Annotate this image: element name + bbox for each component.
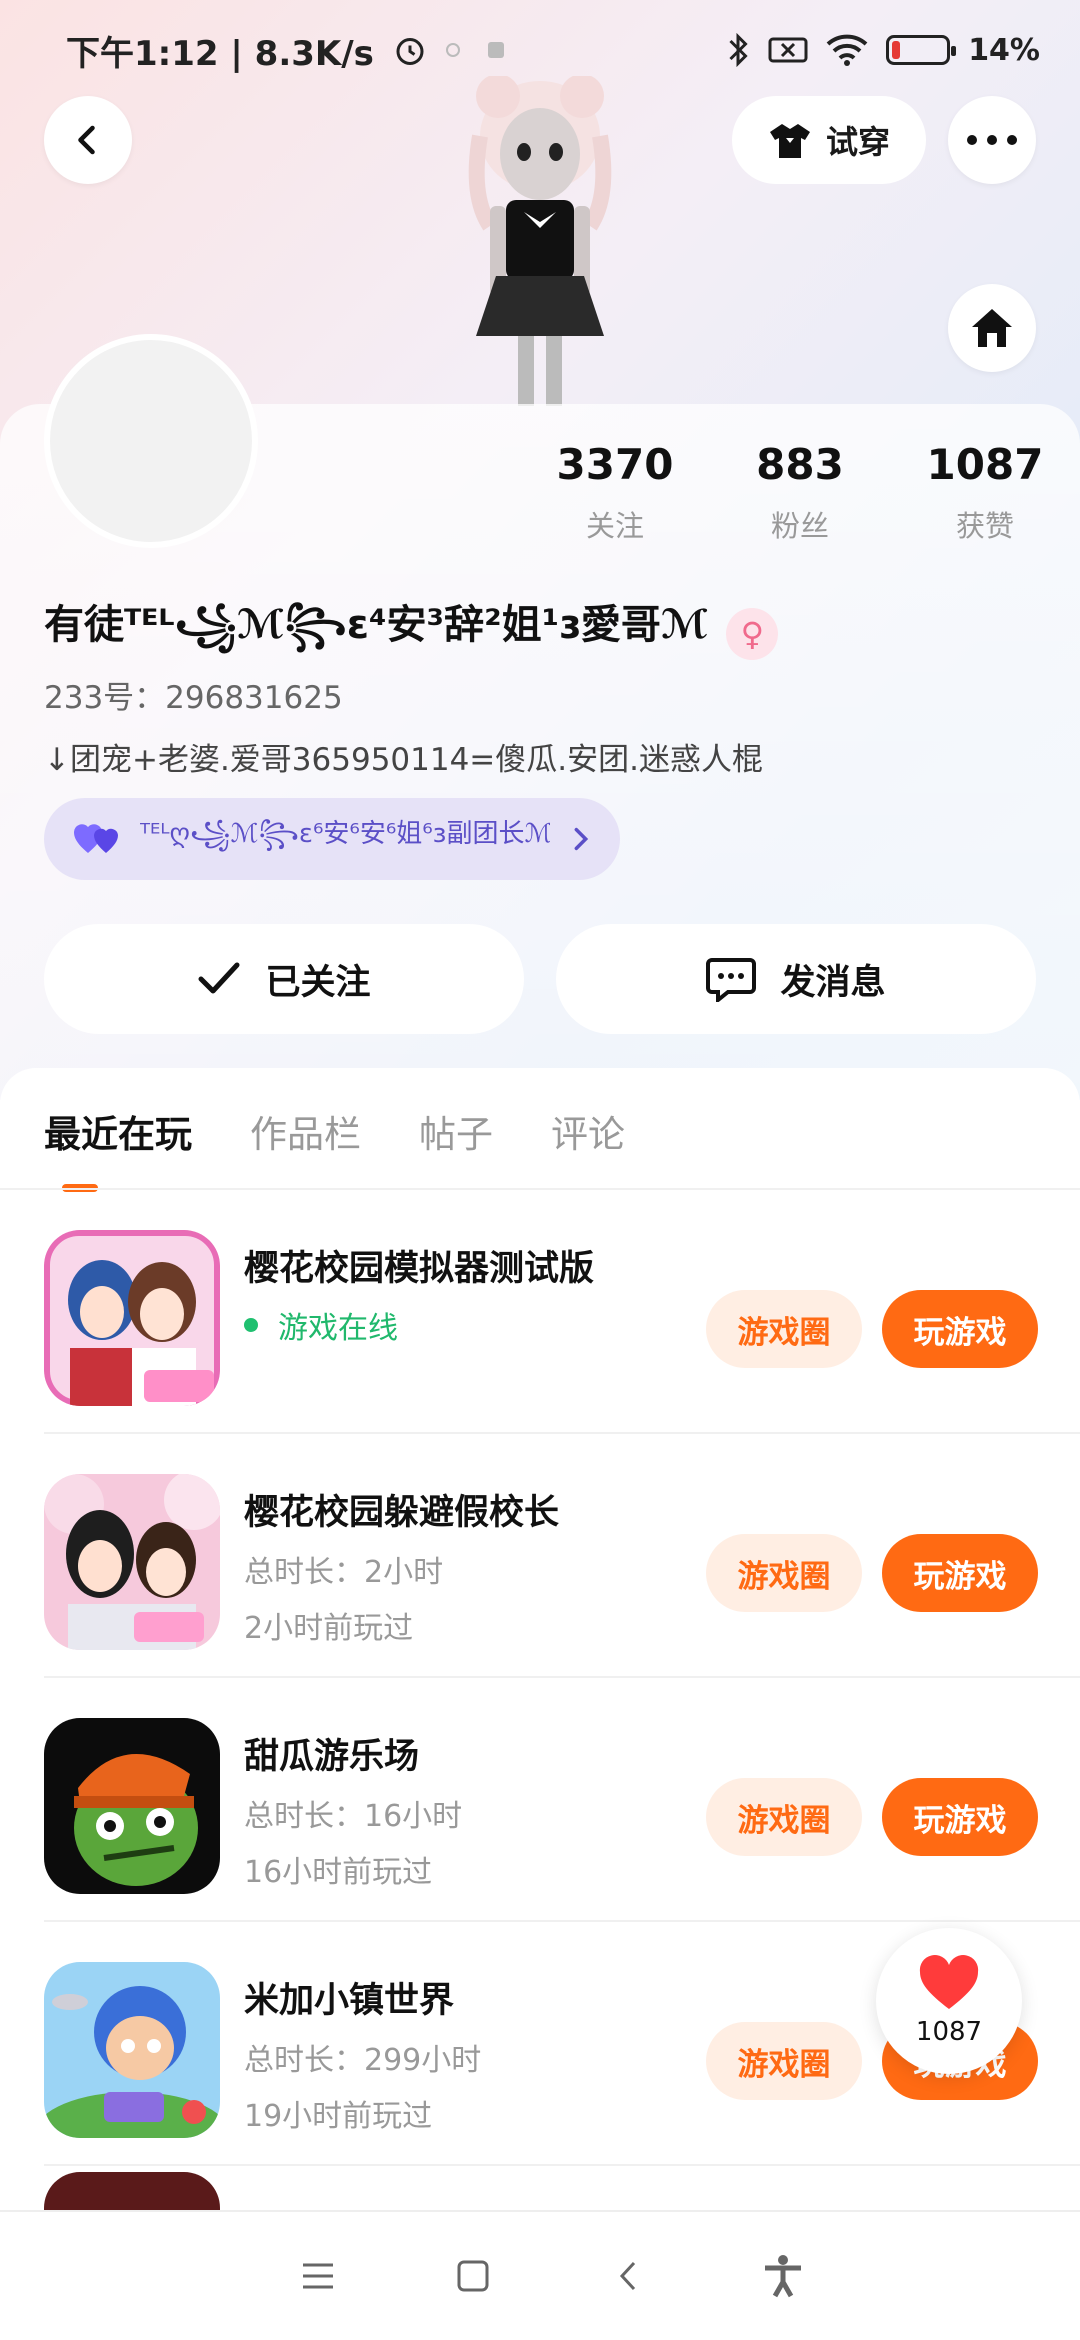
game-icon-sakura-principal bbox=[44, 1474, 220, 1650]
stat-fans-count: 883 bbox=[756, 440, 844, 489]
game-icon-miga-town bbox=[44, 1962, 220, 2138]
game-last-played: 2小时前玩过 bbox=[244, 1611, 414, 1646]
like-count: 1087 bbox=[915, 2017, 983, 2047]
game-info: 樱花校园模拟器测试版 游戏在线 bbox=[244, 1240, 594, 1347]
game-row[interactable]: 樱花校园模拟器测试版 游戏在线 游戏圈 玩游戏 bbox=[44, 1190, 1080, 1434]
game-info: 米加小镇世界 总时长：299小时 19小时前玩过 bbox=[244, 1972, 481, 2135]
stat-following-count: 3370 bbox=[556, 440, 674, 489]
location-icon bbox=[445, 43, 460, 57]
tab-works[interactable]: 作品栏 bbox=[250, 1104, 361, 1158]
game-row[interactable]: 甜瓜游乐场 总时长：16小时 16小时前玩过 游戏圈 玩游戏 bbox=[44, 1678, 1080, 1922]
play-game-button[interactable]: 玩游戏 bbox=[882, 1534, 1038, 1612]
check-icon bbox=[198, 962, 240, 994]
game-title: 米加小镇世界 bbox=[244, 1981, 455, 2021]
shirt-icon bbox=[769, 124, 810, 158]
battery-icon bbox=[886, 35, 957, 65]
chevron-left-icon bbox=[78, 125, 95, 155]
nickname-text: 有徒ᵀᴱᴸ꧁ℳ꧂ɛ⁴安³辞²姐¹ɜ愛哥ℳ bbox=[44, 602, 709, 648]
like-float-button[interactable]: 1087 bbox=[876, 1928, 1022, 2074]
stat-fans[interactable]: 883 粉丝 bbox=[725, 440, 875, 545]
stat-likes-count: 1087 bbox=[926, 440, 1044, 489]
game-icon-partial bbox=[44, 2172, 220, 2212]
profile-tabs: 最近在玩 作品栏 帖子 评论 bbox=[44, 1104, 625, 1158]
profile-nickname: 有徒ᵀᴱᴸ꧁ℳ꧂ɛ⁴安³辞²姐¹ɜ愛哥ℳ ♀ bbox=[44, 592, 779, 675]
game-title: 樱花校园躲避假校长 bbox=[244, 1493, 560, 1533]
game-circle-button[interactable]: 游戏圈 bbox=[706, 1290, 862, 1368]
game-circle-button[interactable]: 游戏圈 bbox=[706, 1778, 862, 1856]
stat-following-label: 关注 bbox=[585, 509, 644, 543]
wifi-icon bbox=[826, 34, 868, 66]
battery-percent: 14% bbox=[968, 32, 1040, 68]
bluetooth-icon bbox=[729, 32, 748, 68]
back-button[interactable] bbox=[44, 96, 132, 184]
game-title: 甜瓜游乐场 bbox=[244, 1737, 420, 1777]
game-title: 樱花校园模拟器测试版 bbox=[244, 1249, 595, 1289]
play-game-button[interactable]: 玩游戏 bbox=[882, 1778, 1038, 1856]
stat-likes[interactable]: 1087 获赞 bbox=[910, 440, 1060, 545]
tab-comments[interactable]: 评论 bbox=[551, 1104, 625, 1158]
system-nav-bar bbox=[0, 2210, 1080, 2340]
stat-fans-label: 粉丝 bbox=[770, 509, 829, 543]
female-gender-icon: ♀ bbox=[726, 607, 779, 660]
back-nav-button[interactable] bbox=[598, 2246, 658, 2306]
followed-button[interactable]: 已关注 bbox=[44, 924, 524, 1034]
followed-label: 已关注 bbox=[265, 962, 371, 1003]
game-last-played: 16小时前玩过 bbox=[244, 1855, 433, 1890]
online-dot-icon bbox=[244, 1318, 258, 1332]
more-button[interactable] bbox=[948, 96, 1036, 184]
send-message-label: 发消息 bbox=[780, 962, 886, 1003]
play-game-button[interactable]: 玩游戏 bbox=[882, 1290, 1038, 1368]
chevron-right-icon bbox=[574, 827, 589, 851]
game-duration: 总时长：16小时 bbox=[244, 1799, 463, 1834]
message-bubble-icon bbox=[706, 958, 757, 1002]
accessibility-nav-button[interactable] bbox=[753, 2246, 813, 2306]
try-on-label: 试穿 bbox=[825, 123, 890, 161]
status-time: 下午1:12 | 8.3K/s bbox=[66, 33, 374, 74]
home-button[interactable] bbox=[948, 284, 1036, 372]
game-info: 甜瓜游乐场 总时长：16小时 16小时前玩过 bbox=[244, 1728, 462, 1891]
sim-icon bbox=[768, 37, 808, 63]
stat-following[interactable]: 3370 关注 bbox=[540, 440, 690, 545]
menu-nav-button[interactable] bbox=[288, 2246, 348, 2306]
try-on-button[interactable]: 试穿 bbox=[732, 96, 926, 184]
accessibility-icon bbox=[764, 2255, 801, 2298]
game-online-label: 游戏在线 bbox=[278, 1311, 398, 1346]
game-circle-button[interactable]: 游戏圈 bbox=[706, 1534, 862, 1612]
home-nav-button[interactable] bbox=[443, 2246, 503, 2306]
game-online-status: 游戏在线 bbox=[244, 1303, 594, 1347]
stat-likes-label: 获赞 bbox=[955, 509, 1014, 543]
home-icon bbox=[972, 309, 1012, 347]
game-icon-sakura-test bbox=[44, 1230, 220, 1406]
menu-icon bbox=[302, 2263, 333, 2289]
user-bio: ↓团宠+老婆.爱哥365950114=傻瓜.安团.迷惑人棍 bbox=[44, 742, 763, 778]
avatar[interactable] bbox=[44, 334, 258, 548]
game-row[interactable]: 樱花校园躲避假校长 总时长：2小时 2小时前玩过 游戏圈 玩游戏 bbox=[44, 1434, 1080, 1678]
game-last-played: 19小时前玩过 bbox=[244, 2099, 433, 2134]
game-duration: 总时长：299小时 bbox=[244, 2043, 482, 2078]
alarm-icon bbox=[396, 38, 424, 65]
game-circle-button[interactable]: 游戏圈 bbox=[706, 2022, 862, 2100]
square-icon bbox=[457, 2260, 488, 2292]
notification-icon bbox=[487, 42, 504, 58]
group-chip-label: ᵀᴱᴸღ꧁ℳ꧂ɛ⁶安⁶安⁶姐⁶ɜ副团长ℳ bbox=[140, 818, 550, 849]
send-message-button[interactable]: 发消息 bbox=[556, 924, 1036, 1034]
game-icon-melon-playground bbox=[44, 1718, 220, 1894]
user-id: 233号：296831625 bbox=[44, 680, 343, 716]
more-dots-icon bbox=[967, 135, 1017, 145]
double-heart-icon bbox=[74, 824, 118, 853]
group-chip[interactable]: ᵀᴱᴸღ꧁ℳ꧂ɛ⁶安⁶安⁶姐⁶ɜ副团长ℳ bbox=[44, 798, 620, 880]
tab-posts[interactable]: 帖子 bbox=[419, 1104, 493, 1158]
back-arrow-icon bbox=[619, 2261, 635, 2291]
avatar-figure-image bbox=[468, 76, 612, 406]
game-duration: 总时长：2小时 bbox=[244, 1555, 444, 1590]
tab-recently-played[interactable]: 最近在玩 bbox=[44, 1104, 192, 1158]
game-info: 樱花校园躲避假校长 总时长：2小时 2小时前玩过 bbox=[244, 1484, 559, 1647]
heart-icon bbox=[919, 1955, 979, 2009]
profile-stats: 3370 关注 883 粉丝 1087 获赞 bbox=[540, 440, 1060, 545]
